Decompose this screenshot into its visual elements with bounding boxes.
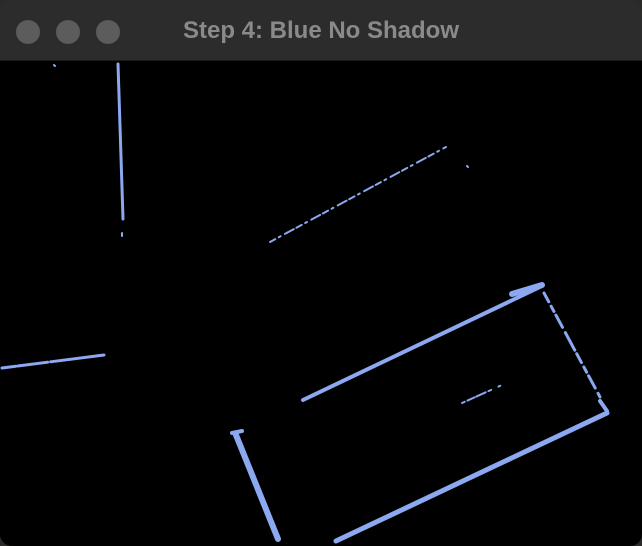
edge-line	[542, 291, 602, 399]
image-canvas	[0, 61, 642, 546]
edge-line	[116, 62, 125, 221]
edge-line	[233, 432, 281, 542]
edge-line	[598, 399, 609, 413]
app-window: Step 4: Blue No Shadow	[0, 0, 642, 546]
edge-line	[230, 429, 244, 435]
edge-line	[461, 384, 503, 404]
edge-line	[333, 410, 610, 544]
edge-mask-image	[0, 62, 610, 544]
edge-line	[0, 353, 106, 370]
edge-dot	[53, 64, 56, 67]
window-title: Step 4: Blue No Shadow	[182, 17, 460, 44]
edge-line	[269, 146, 447, 243]
title-bar[interactable]: Step 4: Blue No Shadow	[0, 0, 642, 61]
edge-line	[301, 284, 544, 402]
edge-dot	[466, 165, 469, 168]
